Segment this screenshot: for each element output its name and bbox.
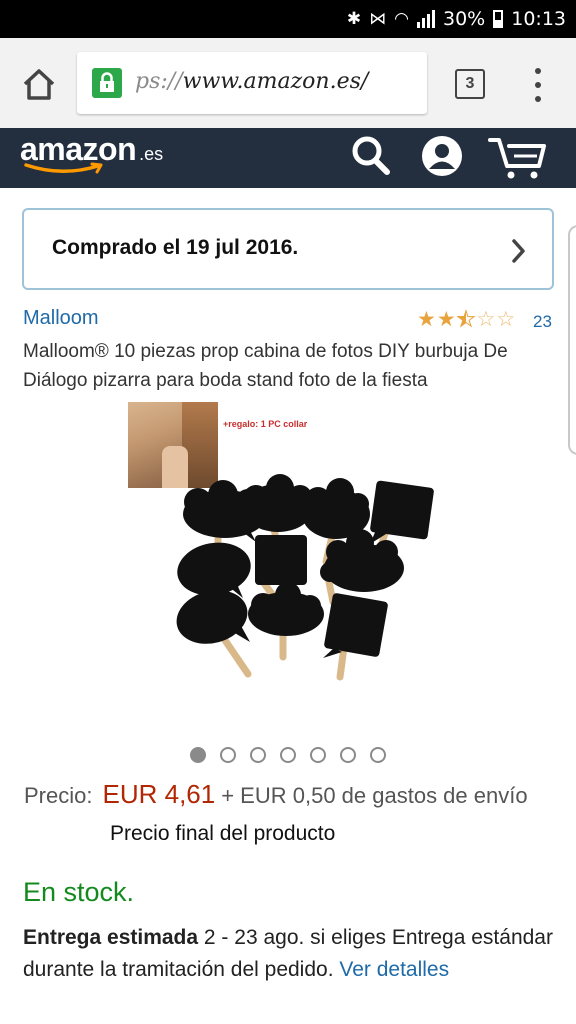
purchased-banner[interactable]: Comprado el 19 jul 2016. (22, 208, 554, 290)
star-empty-icon: ☆ (476, 308, 496, 331)
side-panel-edge[interactable] (568, 225, 576, 455)
star-half-icon: ★ (456, 308, 476, 331)
amazon-header: amazon .es (0, 128, 576, 188)
home-icon[interactable] (20, 65, 58, 103)
search-icon[interactable] (350, 134, 392, 178)
price-row: Precio: EUR 4,61 + EUR 0,50 de gastos de e… (24, 779, 528, 810)
signal-icon (417, 10, 435, 28)
star-rating[interactable]: ★ ★ ★ ☆ ☆ (417, 308, 516, 331)
review-count[interactable]: 23 (533, 312, 552, 332)
star-full-icon: ★ (417, 308, 436, 331)
address-bar[interactable]: ps://www.amazon.es/ (77, 52, 427, 114)
brand-link[interactable]: Malloom (23, 307, 99, 330)
url-scheme: ps:// (135, 69, 183, 94)
bluetooth-icon: ✱ (346, 8, 362, 29)
stock-status: En stock. (23, 877, 135, 907)
vibrate-icon: ⋈ (369, 8, 387, 29)
price-value: EUR 4,61 (102, 779, 216, 809)
carousel-dot[interactable] (310, 747, 326, 763)
shipping-cost: + EUR 0,50 de gastos de envío (221, 783, 528, 808)
price-label: Precio: (24, 783, 93, 808)
carousel-dot[interactable] (190, 747, 206, 763)
url-domain: www.amazon.es/ (182, 69, 369, 94)
product-image[interactable]: +regalo: 1 PC collar (128, 402, 450, 718)
delivery-label: Entrega estimada (23, 926, 199, 949)
carousel-dot[interactable] (340, 747, 356, 763)
carousel-dot[interactable] (250, 747, 266, 763)
product-title: Malloom® 10 piezas prop cabina de fotos … (23, 341, 508, 391)
battery-icon (493, 10, 504, 28)
battery-percent: 30% (443, 8, 486, 30)
delivery-info: Entrega estimada 2 - 23 ago. si eliges E… (23, 922, 558, 986)
chalkboard-props-illustration (176, 474, 434, 681)
carousel-dot[interactable] (220, 747, 236, 763)
url-text: ps://www.amazon.es/ (135, 69, 368, 94)
cart-icon[interactable] (487, 134, 549, 182)
amazon-smile-icon (24, 162, 103, 174)
lock-icon (92, 68, 122, 98)
chevron-right-icon (512, 239, 525, 263)
clock: 10:13 (511, 8, 566, 30)
image-carousel-dots (190, 747, 386, 763)
carousel-dot[interactable] (280, 747, 296, 763)
purchased-text: Comprado el 19 jul 2016. (52, 236, 299, 259)
logo-tld: .es (139, 144, 164, 164)
status-bar: ✱ ⋈ ◠ 30% 10:13 (0, 0, 576, 38)
status-icons: ✱ ⋈ ◠ 30% 10:13 (347, 6, 566, 32)
wifi-icon: ◠ (394, 8, 409, 29)
tabs-icon[interactable]: 3 (455, 69, 485, 99)
final-price-note: Precio final del producto (110, 822, 336, 845)
browser-toolbar: ps://www.amazon.es/ 3 (0, 38, 576, 128)
delivery-details-link[interactable]: Ver detalles (339, 958, 449, 981)
account-icon[interactable] (420, 134, 464, 178)
carousel-dot[interactable] (370, 747, 386, 763)
more-vert-icon[interactable] (530, 68, 546, 102)
star-empty-icon: ☆ (496, 308, 516, 331)
star-full-icon: ★ (436, 308, 456, 331)
